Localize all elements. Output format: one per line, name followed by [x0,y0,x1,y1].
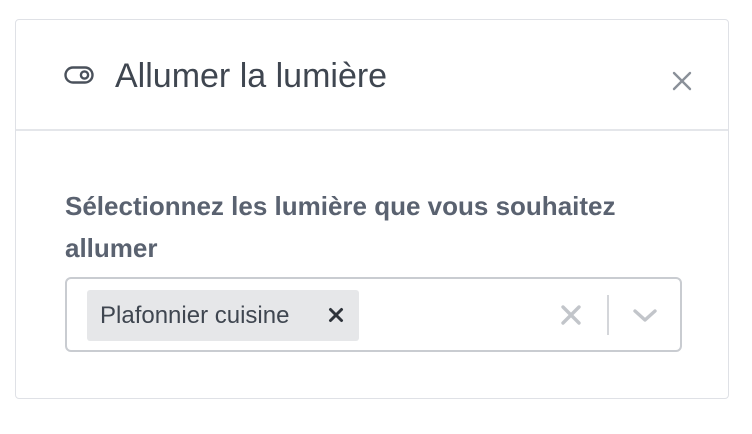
indicator-separator [607,295,609,335]
lights-multiselect[interactable]: Plafonnier cuisine [65,277,682,352]
chip-remove-icon[interactable] [327,306,345,324]
dialog-header: Allumer la lumière [16,20,728,131]
clear-icon[interactable] [559,303,583,327]
dialog-title: Allumer la lumière [115,57,388,95]
chevron-down-icon[interactable] [632,306,658,324]
close-icon[interactable] [668,67,696,95]
toggle-icon [64,66,94,84]
dialog-card: Allumer la lumière Sélectionnez les lumi… [15,19,729,399]
chip-label: Plafonnier cuisine [100,302,290,329]
lights-select-label: Sélectionnez les lumière que vous souhai… [65,191,616,263]
selected-chip: Plafonnier cuisine [87,290,359,341]
